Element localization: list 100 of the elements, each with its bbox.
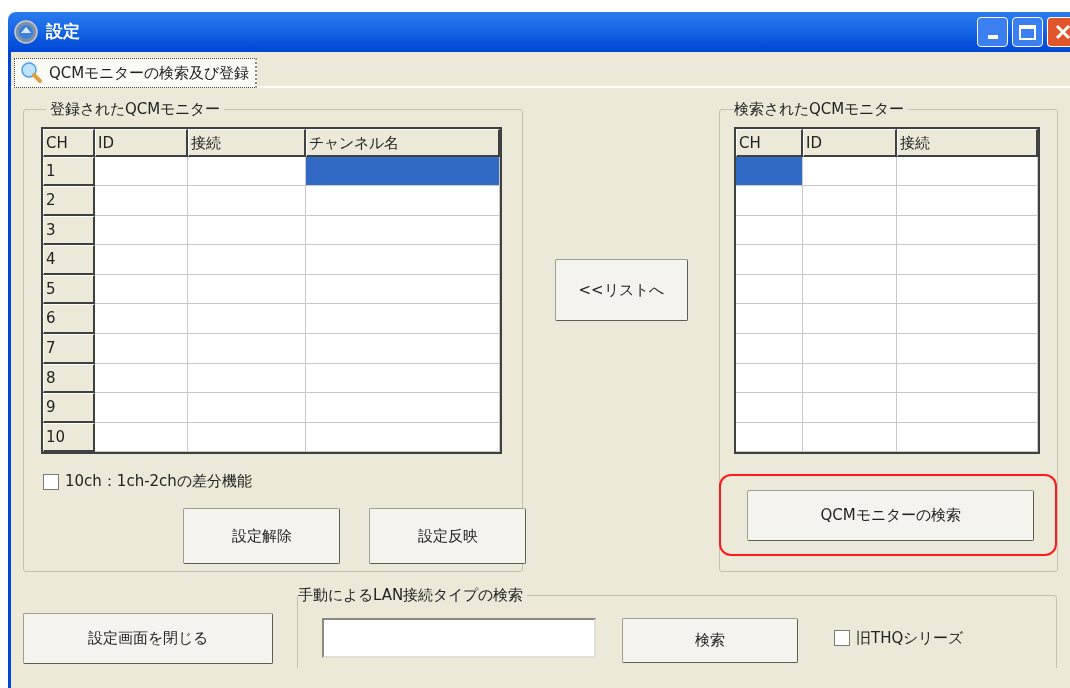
table-cell[interactable]: [188, 215, 306, 246]
table-cell[interactable]: [95, 304, 188, 335]
table-cell[interactable]: [306, 393, 500, 423]
table-cell[interactable]: [803, 245, 897, 275]
column-header[interactable]: 接続: [897, 128, 1038, 157]
table-cell[interactable]: [736, 304, 803, 335]
table-cell[interactable]: [95, 186, 188, 216]
column-header[interactable]: ID: [803, 128, 897, 157]
table-cell[interactable]: [188, 393, 306, 423]
table-cell[interactable]: [736, 186, 803, 216]
table-cell[interactable]: [897, 274, 1038, 305]
to-list-button[interactable]: <<リストへ: [554, 259, 688, 321]
column-header[interactable]: チャンネル名: [306, 128, 500, 157]
row-header[interactable]: 7: [43, 334, 95, 364]
table-cell[interactable]: [95, 274, 188, 305]
column-header[interactable]: CH: [43, 128, 95, 157]
magnifier-icon: [21, 62, 43, 84]
table-cell[interactable]: [897, 245, 1038, 275]
address-input[interactable]: [322, 618, 596, 659]
tab[interactable]: QCMモニターの検索及び登録: [14, 58, 258, 88]
table-cell[interactable]: [306, 245, 500, 275]
table-cell[interactable]: [736, 215, 803, 246]
search-monitor-button[interactable]: QCMモニターの検索: [747, 489, 1034, 541]
table-cell[interactable]: [188, 334, 306, 364]
table-cell[interactable]: [306, 186, 500, 216]
row-header[interactable]: 9: [43, 393, 95, 423]
row-header[interactable]: 3: [43, 215, 95, 246]
row-header[interactable]: 4: [43, 245, 95, 275]
table-cell[interactable]: [803, 393, 897, 423]
table-cell[interactable]: [803, 363, 897, 394]
table-cell[interactable]: [306, 274, 500, 305]
row-header[interactable]: 10: [43, 422, 95, 453]
table-cell[interactable]: [897, 304, 1038, 335]
maximize-icon: [1019, 24, 1036, 40]
table-cell[interactable]: [95, 334, 188, 364]
table-cell[interactable]: [736, 363, 803, 394]
checkbox-label: 旧THQシリーズ: [856, 628, 964, 649]
table-cell[interactable]: [897, 393, 1038, 423]
table-cell[interactable]: [306, 215, 500, 246]
table-cell[interactable]: [803, 215, 897, 246]
table-cell[interactable]: [803, 156, 897, 187]
search-button[interactable]: 検索: [622, 617, 798, 663]
table-cell[interactable]: [803, 422, 897, 453]
group-title: 検索されたQCMモニター: [734, 99, 906, 120]
row-header[interactable]: 5: [43, 274, 95, 305]
table-cell[interactable]: [736, 334, 803, 364]
group-title: 手動によるLAN接続タイプの検索: [298, 585, 525, 606]
table-cell[interactable]: [897, 334, 1038, 364]
table-cell[interactable]: [95, 245, 188, 275]
row-header[interactable]: 1: [43, 156, 95, 187]
table-cell[interactable]: [803, 274, 897, 305]
table-cell[interactable]: [95, 363, 188, 394]
table-cell[interactable]: [188, 245, 306, 275]
maximize-button[interactable]: [1012, 17, 1043, 47]
window-title: 設定: [46, 20, 80, 44]
table-cell[interactable]: [897, 215, 1038, 246]
column-header[interactable]: 接続: [188, 128, 306, 157]
table-cell[interactable]: [95, 422, 188, 453]
group-title: 登録されたQCMモニター: [49, 99, 222, 120]
table-cell[interactable]: [803, 186, 897, 216]
table-cell[interactable]: [188, 274, 306, 305]
table-cell[interactable]: [306, 304, 500, 335]
row-header[interactable]: 2: [43, 186, 95, 216]
checkbox[interactable]: [834, 630, 850, 647]
table-cell[interactable]: [897, 363, 1038, 394]
table-cell[interactable]: [897, 186, 1038, 216]
column-header[interactable]: CH: [736, 128, 803, 157]
table-cell[interactable]: [736, 274, 803, 305]
table-cell[interactable]: [306, 363, 500, 394]
action-button[interactable]: 設定反映: [369, 507, 526, 564]
row-header[interactable]: 6: [43, 304, 95, 335]
app-icon: [14, 20, 38, 44]
table-cell[interactable]: [897, 422, 1038, 453]
table-cell[interactable]: [306, 156, 500, 187]
minimize-button[interactable]: [977, 17, 1008, 47]
table-cell[interactable]: [188, 156, 306, 187]
table-cell[interactable]: [736, 245, 803, 275]
table-cell[interactable]: [306, 422, 500, 453]
checkbox-label: 10ch：1ch-2chの差分機能: [65, 471, 252, 493]
table-cell[interactable]: [736, 422, 803, 453]
action-button[interactable]: 設定解除: [183, 507, 340, 564]
table-cell[interactable]: [95, 393, 188, 423]
table-cell[interactable]: [95, 215, 188, 246]
table-cell[interactable]: [188, 186, 306, 216]
close-icon: [1055, 24, 1070, 40]
table-cell[interactable]: [188, 422, 306, 453]
table-cell[interactable]: [188, 304, 306, 335]
table-cell[interactable]: [736, 393, 803, 423]
table-cell[interactable]: [736, 156, 803, 187]
close-settings-button[interactable]: 設定画面を閉じる: [23, 613, 273, 664]
table-cell[interactable]: [306, 334, 500, 364]
checkbox[interactable]: [43, 473, 59, 490]
row-header[interactable]: 8: [43, 363, 95, 394]
table-cell[interactable]: [897, 156, 1038, 187]
close-button[interactable]: [1047, 17, 1070, 47]
table-cell[interactable]: [188, 363, 306, 394]
table-cell[interactable]: [95, 156, 188, 187]
column-header[interactable]: ID: [95, 128, 188, 157]
table-cell[interactable]: [803, 304, 897, 335]
table-cell[interactable]: [803, 334, 897, 364]
